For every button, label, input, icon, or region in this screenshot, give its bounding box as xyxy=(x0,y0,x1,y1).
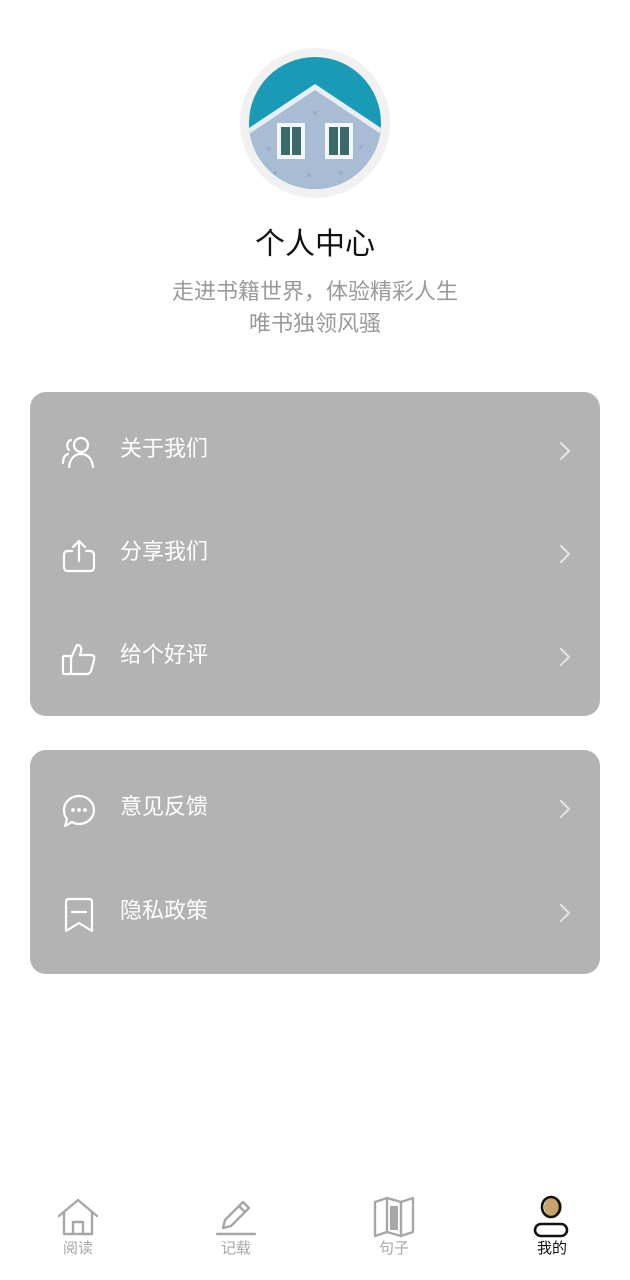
share-icon xyxy=(60,537,98,575)
menu-item-label: 分享我们 xyxy=(120,540,209,565)
tab-mine[interactable]: 我的 xyxy=(512,1194,592,1274)
chevron-right-icon xyxy=(558,798,572,820)
thumbs-up-icon xyxy=(60,640,98,678)
bottom-tab-bar: 阅读 记载 句子 我的 xyxy=(0,1180,630,1280)
chevron-right-icon xyxy=(558,902,572,924)
menu-item-rate-us[interactable]: 给个好评 xyxy=(30,606,600,706)
menu-item-label: 隐私政策 xyxy=(120,899,209,924)
chevron-right-icon xyxy=(558,440,572,462)
tab-label: 记载 xyxy=(220,1239,251,1257)
pencil-icon xyxy=(213,1194,259,1238)
users-icon xyxy=(60,434,98,472)
tab-read[interactable]: 阅读 xyxy=(38,1194,118,1274)
bookmark-icon xyxy=(60,896,98,934)
menu-item-label: 关于我们 xyxy=(120,437,209,462)
menu-item-feedback[interactable]: 意见反馈 xyxy=(30,758,600,858)
menu-item-label: 意见反馈 xyxy=(120,795,209,820)
menu-item-label: 给个好评 xyxy=(120,643,209,668)
house-avatar-image xyxy=(249,57,381,189)
subtitle-line-1: 走进书籍世界，体验精彩人生 xyxy=(171,280,458,305)
page-title: 个人中心 xyxy=(255,227,375,262)
tab-notes[interactable]: 记载 xyxy=(196,1194,276,1274)
chat-bubble-icon xyxy=(60,792,98,830)
menu-card-secondary: 意见反馈 隐私政策 xyxy=(30,750,600,974)
tab-label: 我的 xyxy=(536,1239,567,1257)
menu-item-share-us[interactable]: 分享我们 xyxy=(30,503,600,603)
tab-label: 句子 xyxy=(378,1239,409,1257)
chevron-right-icon xyxy=(558,543,572,565)
menu-card-primary: 关于我们 分享我们 给个好评 xyxy=(30,392,600,716)
avatar-frame xyxy=(240,48,390,198)
home-icon xyxy=(55,1194,101,1238)
menu-item-about-us[interactable]: 关于我们 xyxy=(30,400,600,500)
chevron-right-icon xyxy=(558,646,572,668)
avatar[interactable] xyxy=(249,57,381,189)
menu-item-privacy-policy[interactable]: 隐私政策 xyxy=(30,862,600,962)
subtitle-line-2: 唯书独领风骚 xyxy=(248,312,381,337)
tab-label: 阅读 xyxy=(62,1239,93,1257)
tab-sentences[interactable]: 句子 xyxy=(354,1194,434,1274)
person-icon xyxy=(529,1194,575,1238)
book-open-icon xyxy=(371,1194,417,1238)
